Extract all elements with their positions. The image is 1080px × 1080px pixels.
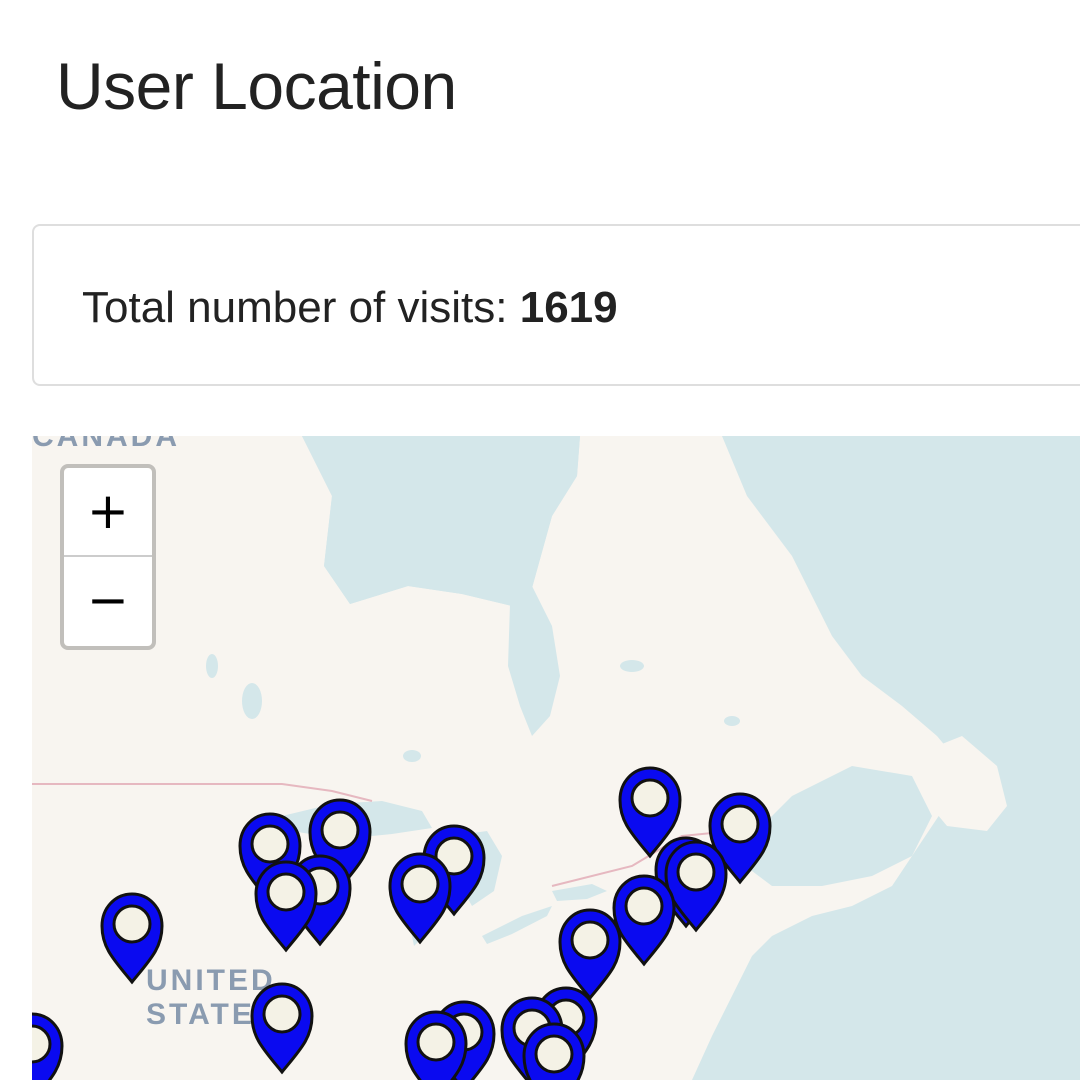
zoom-out-button[interactable]: − — [64, 557, 152, 646]
visit-marker[interactable] — [522, 1022, 586, 1080]
visit-marker[interactable] — [558, 908, 622, 1000]
visit-marker[interactable] — [100, 892, 164, 984]
visit-marker[interactable] — [664, 840, 728, 932]
visits-count: 1619 — [519, 283, 618, 332]
visit-marker[interactable] — [388, 852, 452, 944]
zoom-in-button[interactable]: + — [64, 468, 152, 557]
visits-summary: Total number of visits: 1619 — [82, 282, 618, 334]
user-location-map[interactable]: CANADA UNITED STATES + − — [32, 436, 1080, 1080]
visits-label: Total number of visits: — [82, 283, 508, 332]
visit-markers — [32, 766, 772, 1080]
visit-marker[interactable] — [254, 860, 318, 952]
visits-summary-card: Total number of visits: 1619 — [32, 224, 1080, 386]
page-title: User Location — [56, 49, 457, 123]
visit-marker[interactable] — [250, 982, 314, 1074]
visit-marker[interactable] — [404, 1010, 468, 1080]
zoom-control: + − — [60, 464, 156, 650]
visit-marker[interactable] — [612, 874, 676, 966]
visit-marker[interactable] — [32, 1012, 64, 1080]
